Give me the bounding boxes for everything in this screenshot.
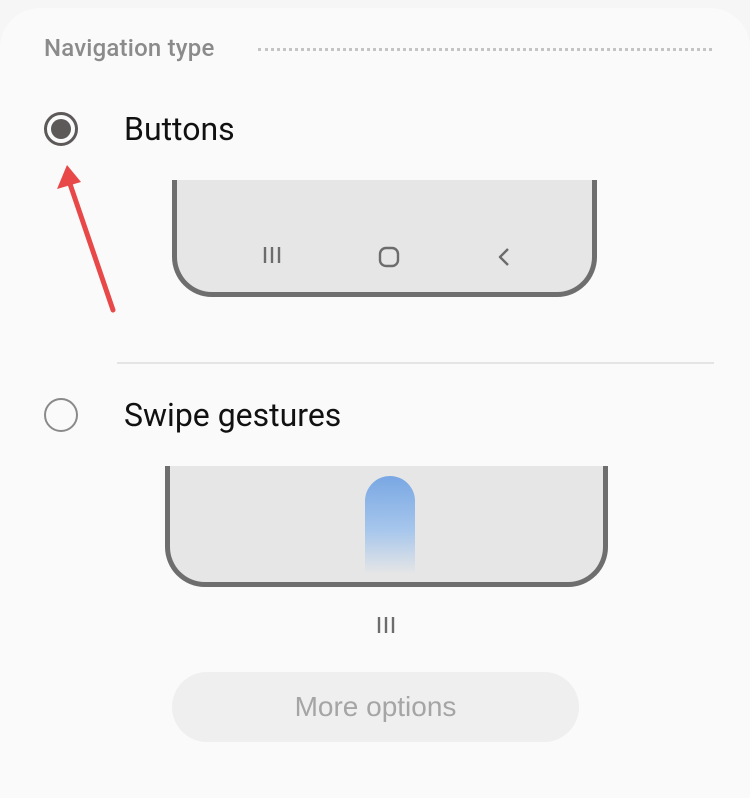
recents-hint-icon — [375, 615, 397, 639]
option-label-swipe-gestures[interactable]: Swipe gestures — [124, 396, 341, 434]
back-icon — [495, 246, 513, 272]
gesture-hint-pill — [365, 476, 415, 574]
radio-swipe-gestures[interactable] — [44, 398, 78, 432]
section-title: Navigation type — [44, 34, 215, 62]
annotation-arrow-icon — [57, 165, 116, 313]
buttons-preview[interactable] — [172, 180, 597, 297]
option-label-buttons[interactable]: Buttons — [124, 110, 235, 148]
swipe-gestures-preview[interactable] — [165, 466, 608, 587]
options-divider — [117, 362, 714, 364]
radio-buttons[interactable] — [44, 112, 78, 146]
recents-icon — [261, 244, 283, 270]
section-divider-dotted — [258, 48, 712, 51]
home-icon — [377, 246, 401, 272]
more-options-button[interactable]: More options — [172, 672, 579, 742]
